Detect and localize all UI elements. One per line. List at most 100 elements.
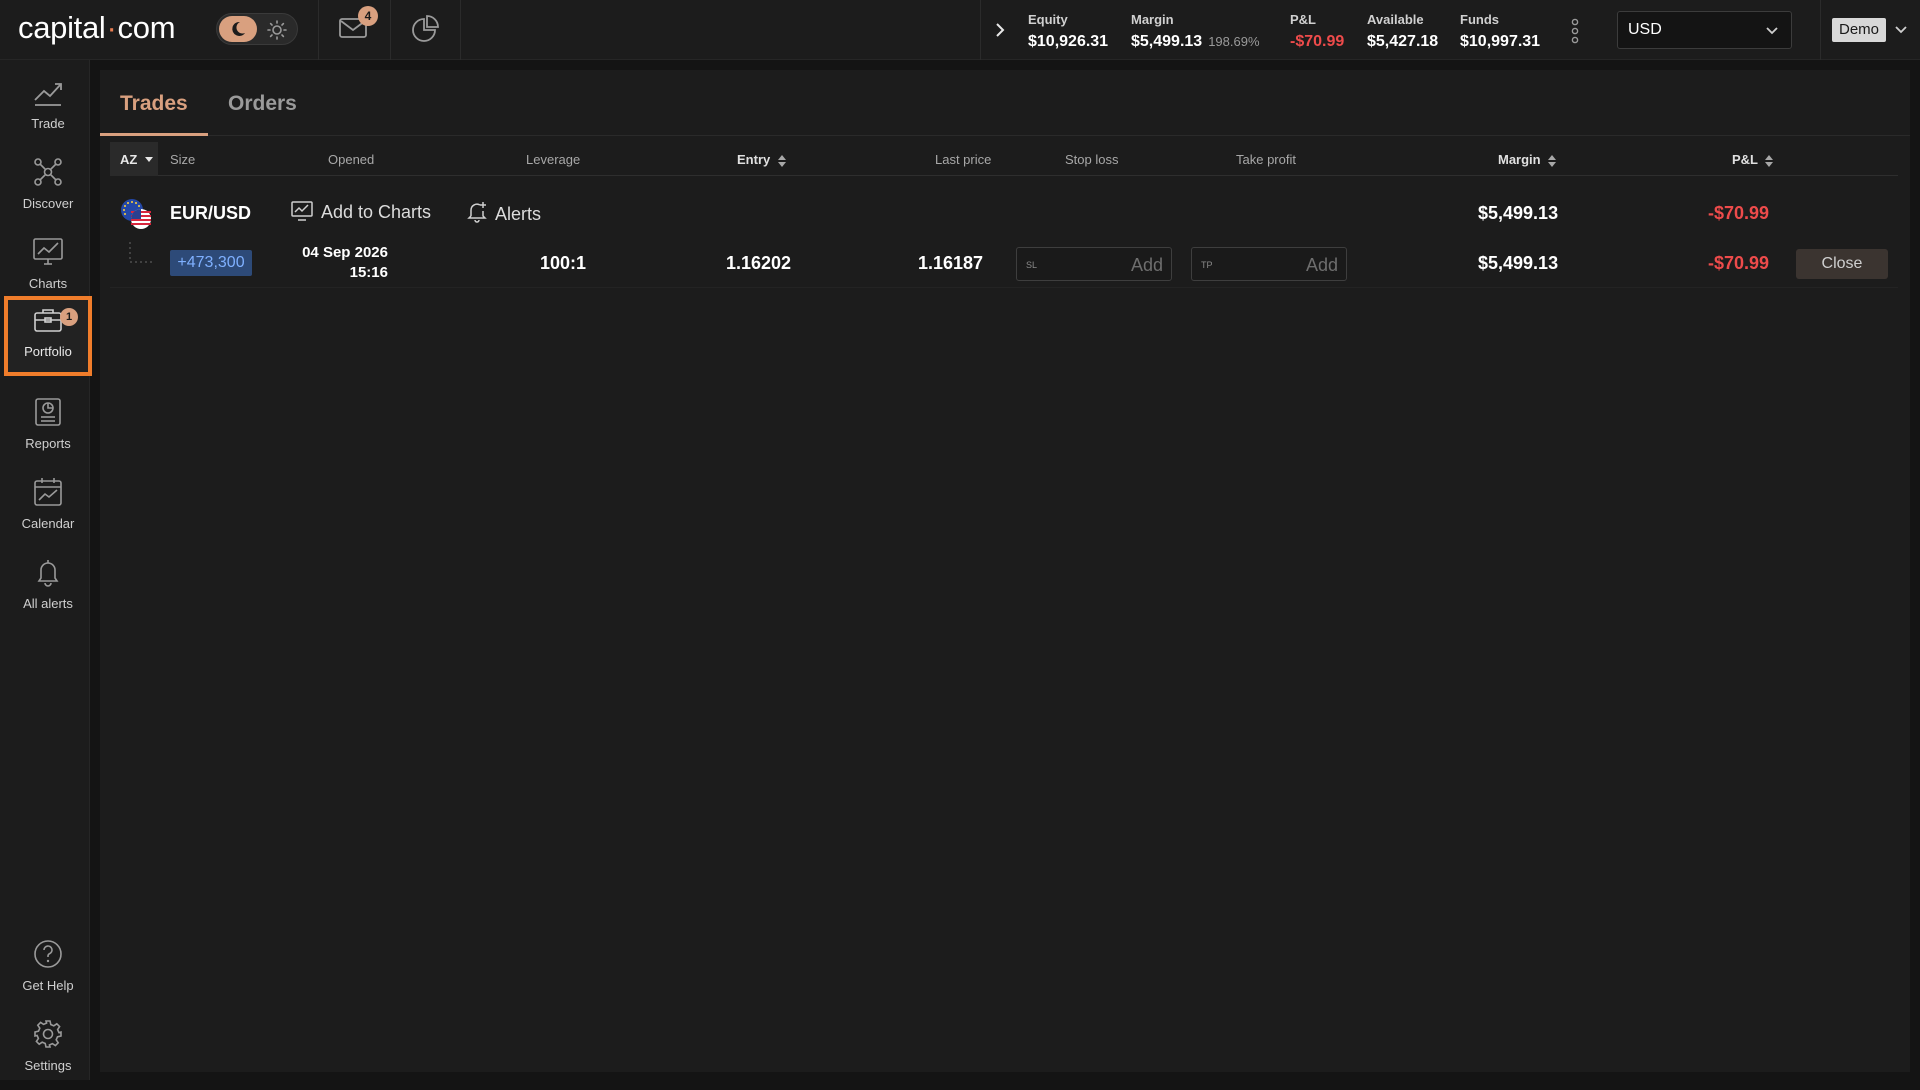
trade-size[interactable]: +473,300 [170,250,252,276]
column-margin[interactable]: Margin [1498,152,1557,167]
alerts-button[interactable]: Alerts [467,201,541,225]
sidebar-item-label: Charts [28,276,68,291]
theme-toggle[interactable] [216,13,298,45]
trade-opened-time: 15:16 [349,264,388,281]
gear-icon [34,1020,62,1048]
chevron-down-icon[interactable] [1894,25,1908,35]
sidebar-item-get-help[interactable]: Get Help [4,930,92,1010]
logo[interactable]: capital·com [18,10,176,46]
bell-icon [37,560,59,587]
sidebar-item-label: Discover [22,196,74,211]
stop-loss-add[interactable]: Add [1131,255,1163,276]
caret-down-icon [144,157,153,162]
take-profit-input[interactable]: TP Add [1191,247,1347,281]
sidebar-item-label: Portfolio [24,344,72,359]
take-profit-placeholder: TP [1201,260,1213,270]
add-to-chart-icon [291,201,313,221]
sidebar-item-settings[interactable]: Settings [4,1010,92,1090]
sidebar-item-discover[interactable]: Discover [4,148,92,228]
chevron-right-icon[interactable] [990,20,1010,40]
sidebar-item-reports[interactable]: Reports [4,388,92,468]
tree-connector-icon [129,242,152,263]
add-to-charts-label: Add to Charts [321,202,432,222]
market-pair[interactable]: EUR/USD [170,203,251,224]
sun-icon [267,20,287,40]
equity-value: $10,926.31 [1028,33,1109,50]
column-pnl[interactable]: P&L [1732,152,1774,167]
available-label: Available [1367,12,1424,27]
pie-chart-icon [412,15,439,42]
sidebar-item-label: Trade [31,116,65,131]
more-options-icon[interactable] [1567,18,1583,44]
column-entry[interactable]: Entry [737,152,786,167]
trade-pnl: -$70.99 [1708,253,1770,273]
portfolio-panel: Trades Orders AZ Size Opened Leverage En… [100,70,1910,1072]
tab-trades[interactable]: Trades [120,92,188,116]
divider [318,0,319,60]
account-mode-badge[interactable]: Demo [1832,18,1886,42]
sidebar-item-label: Get Help [22,978,74,993]
mail-button[interactable]: 4 [338,6,378,42]
margin-level-percent: 198.69% [1208,34,1260,49]
funds-stat: Funds $10,997.31 [1460,12,1540,51]
tab-orders[interactable]: Orders [228,92,297,116]
tab-bar: Trades Orders [100,70,1910,136]
funds-value: $10,997.31 [1460,33,1541,50]
sort-icon [777,154,786,167]
equity-label: Equity [1028,12,1068,27]
stop-loss-input[interactable]: SL Add [1016,247,1172,281]
column-pnl-label: P&L [1732,152,1758,167]
stop-loss-placeholder: SL [1026,260,1038,270]
trade-opened: 04 Sep 2026 15:16 [270,243,388,283]
column-entry-label: Entry [737,152,771,167]
sidebar: Trade Discover Charts 1 Portfolio Report… [0,60,92,1080]
divider [390,0,391,60]
margin-value-line: $5,499.13 198.69% [1131,33,1260,51]
sidebar-item-trade[interactable]: Trade [4,68,92,148]
sort-icon [1765,154,1774,167]
pnl-label: P&L [1290,12,1316,27]
portfolio-badge: 1 [60,308,78,326]
take-profit-add[interactable]: Add [1306,255,1338,276]
logo-text-right: com [117,10,176,45]
market-row[interactable]: EUR/USD Add to Charts Alerts $5,499.13 -… [110,192,1898,236]
add-to-charts-button[interactable]: Add to Charts [291,201,431,223]
column-stop-loss: Stop loss [1065,152,1119,167]
margin-stat: Margin $5,499.13 198.69% [1131,12,1260,51]
moon-icon [232,21,245,36]
trade-row[interactable]: +473,300 04 Sep 2026 15:16 100:1 1.16202… [110,240,1898,288]
column-opened: Opened [328,152,375,167]
currency-select[interactable]: USD [1617,11,1792,49]
margin-value: $5,499.13 [1131,33,1203,50]
margin-label: Margin [1131,12,1174,27]
portfolio-chart-button[interactable] [410,15,440,45]
close-trade-button[interactable]: Close [1796,249,1888,279]
active-tab-underline [100,133,208,136]
sort-az-button[interactable]: AZ [110,142,158,176]
table-header: AZ Size Opened Leverage Entry Last price… [110,142,1898,176]
discover-icon [34,158,62,186]
sidebar-item-portfolio[interactable]: 1 Portfolio [4,296,92,376]
trade-opened-date: 04 Sep 2026 [302,244,388,261]
sidebar-item-calendar[interactable]: Calendar [4,468,92,548]
equity-stat: Equity $10,926.31 [1028,12,1108,51]
sidebar-item-label: All alerts [23,596,73,611]
portfolio-icon [34,309,62,332]
eur-usd-flag-icon [121,199,151,229]
bell-plus-icon [467,202,487,223]
logo-dot: · [106,10,117,45]
divider [460,0,461,60]
sidebar-item-all-alerts[interactable]: All alerts [4,548,92,628]
available-stat: Available $5,427.18 [1367,12,1438,51]
calendar-icon [34,478,62,506]
trade-icon [34,83,62,106]
column-margin-label: Margin [1498,152,1541,167]
divider [1820,0,1821,60]
market-pnl: -$70.99 [1708,203,1770,223]
pnl-value: -$70.99 [1290,33,1345,50]
divider [980,0,981,60]
trade-leverage: 100:1 [540,253,587,273]
funds-label: Funds [1460,12,1499,27]
sidebar-item-label: Settings [24,1058,72,1073]
column-size: Size [170,152,196,167]
